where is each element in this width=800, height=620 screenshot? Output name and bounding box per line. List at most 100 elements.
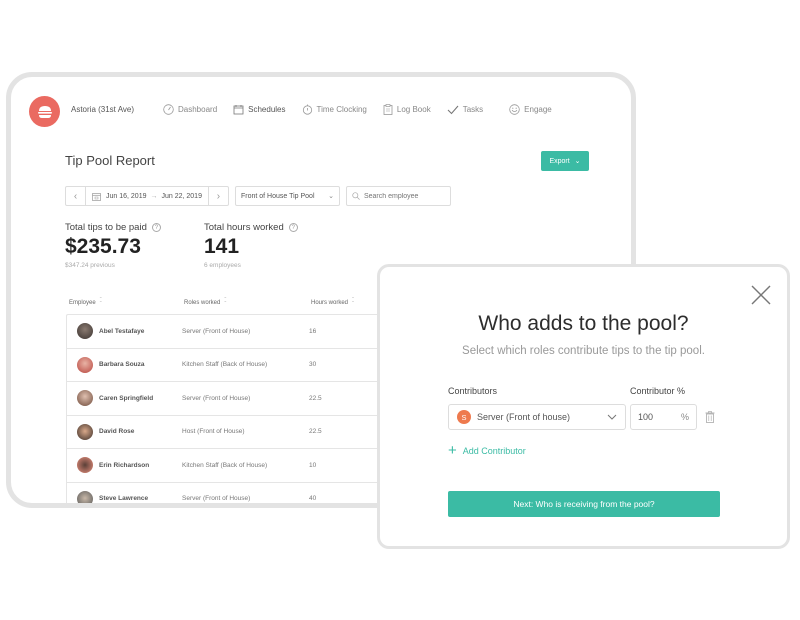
- employee-hours: 22.5: [309, 394, 322, 402]
- smiley-icon: [509, 104, 520, 115]
- employee-hours: 16: [309, 327, 317, 335]
- employee-hours: 40: [309, 495, 317, 503]
- tip-pool-select[interactable]: Front of House Tip Pool ⌄: [234, 186, 340, 206]
- employee-name: David Rose: [99, 428, 135, 436]
- employee-name: Barbara Souza: [99, 361, 145, 369]
- clipboard-icon: [383, 104, 393, 115]
- modal-title: Who adds to the pool?: [478, 312, 689, 335]
- total-hours-label: Total hours worked ?: [204, 222, 298, 233]
- arrow-right-icon: →: [150, 192, 158, 200]
- main-nav: Dashboard Schedules Time Clocking Log Bo…: [163, 104, 568, 115]
- contributor-percent-input[interactable]: [638, 412, 678, 422]
- chevron-down-icon: ⌄: [328, 193, 334, 200]
- avatar: [77, 490, 93, 503]
- total-tips-value: $235.73: [65, 235, 141, 258]
- column-employee[interactable]: Employee ˆˇ: [69, 298, 184, 308]
- report-filters: ‹ Jun 16, 2019 → Jun 22, 2019 › Front of…: [65, 186, 451, 206]
- date-end: Jun 22, 2019: [161, 192, 202, 200]
- avatar: [77, 457, 93, 474]
- next-week-button[interactable]: ›: [207, 187, 228, 205]
- contributor-percent-field: %: [630, 404, 697, 430]
- avatar: [77, 356, 93, 373]
- tip-pool-select-value: Front of House Tip Pool: [240, 192, 315, 200]
- date-range-picker: ‹ Jun 16, 2019 → Jun 22, 2019 ›: [65, 186, 229, 206]
- nav-engage[interactable]: Engage: [509, 104, 552, 115]
- employee-name: Erin Richardson: [99, 461, 150, 469]
- employee-name: Abel Testafaye: [99, 327, 145, 335]
- total-tips-label-text: Total tips to be paid: [65, 222, 147, 233]
- role-badge: S: [457, 410, 471, 424]
- brand-logo[interactable]: [29, 96, 60, 127]
- employee-name: Steve Lawrence: [99, 495, 149, 503]
- trash-icon: [705, 411, 715, 423]
- close-icon: [751, 285, 771, 305]
- next-button[interactable]: Next: Who is receiving from the pool?: [448, 491, 720, 517]
- employee-name: Caren Springfield: [99, 394, 154, 402]
- calendar-icon: [92, 192, 101, 201]
- burger-icon: [37, 105, 52, 118]
- add-contributor-label: Add Contributor: [462, 446, 526, 456]
- date-start: Jun 16, 2019: [106, 192, 147, 200]
- sort-icon: ˆˇ: [224, 298, 227, 308]
- contributors-modal: Who adds to the pool? Select which roles…: [377, 264, 790, 549]
- calendar-icon: [233, 105, 244, 115]
- total-tips-label: Total tips to be paid ?: [65, 222, 161, 233]
- search-employee: [345, 186, 451, 206]
- chevron-down-icon: ⌄: [574, 158, 581, 165]
- chevron-down-icon: [607, 412, 617, 422]
- date-range-display[interactable]: Jun 16, 2019 → Jun 22, 2019: [86, 187, 208, 205]
- employee-role: Server (Front of House): [182, 327, 251, 335]
- total-tips-previous: $347.24 previous: [65, 262, 115, 269]
- nav-schedules-label: Schedules: [248, 105, 286, 114]
- check-icon: [447, 105, 459, 114]
- contributors-label: Contributors: [448, 386, 498, 396]
- delete-contributor-button[interactable]: [705, 410, 715, 428]
- total-hours-value: 141: [204, 235, 240, 258]
- total-hours-stat: Total hours worked ? 141 6 employees: [204, 222, 298, 269]
- employee-count: 6 employees: [204, 262, 241, 269]
- sort-icon: ˆˇ: [99, 298, 102, 308]
- employee-hours: 30: [309, 361, 317, 369]
- table-header: Employee ˆˇ Roles worked ˆˇ Hours worked…: [69, 298, 354, 308]
- nav-dashboard[interactable]: Dashboard: [163, 104, 217, 115]
- total-hours-label-text: Total hours worked: [204, 222, 284, 233]
- previous-week-button[interactable]: ‹: [66, 187, 86, 205]
- column-roles[interactable]: Roles worked ˆˇ: [184, 298, 311, 308]
- modal-subtitle: Select which roles contribute tips to th…: [462, 345, 705, 357]
- nav-log-book-label: Log Book: [396, 105, 431, 114]
- location-name[interactable]: Astoria (31st Ave): [71, 105, 134, 114]
- help-icon[interactable]: ?: [151, 223, 161, 232]
- contributor-role-value: Server (Front of house): [477, 412, 571, 422]
- plus-icon: +: [448, 442, 457, 459]
- nav-time-clocking-label: Time Clocking: [316, 105, 367, 114]
- employee-role: Host (Front of House): [182, 428, 245, 436]
- nav-time-clocking[interactable]: Time Clocking: [302, 104, 367, 115]
- nav-tasks-label: Tasks: [462, 105, 484, 114]
- employee-role: Server (Front of House): [182, 495, 251, 503]
- employee-role: Server (Front of House): [182, 394, 251, 402]
- stopwatch-icon: [302, 104, 312, 115]
- total-tips-stat: Total tips to be paid ? $235.73 $347.24 …: [65, 222, 161, 269]
- column-hours-label: Hours worked: [311, 300, 349, 306]
- employee-role: Kitchen Staff (Back of House): [182, 361, 268, 369]
- avatar: [77, 390, 93, 407]
- column-hours[interactable]: Hours worked ˆˇ: [311, 298, 354, 308]
- add-contributor-button[interactable]: + Add Contributor: [448, 442, 526, 459]
- contributor-percent-label: Contributor %: [630, 386, 686, 396]
- nav-tasks[interactable]: Tasks: [447, 105, 483, 115]
- nav-dashboard-label: Dashboard: [178, 105, 218, 114]
- search-icon: [352, 192, 360, 200]
- nav-engage-label: Engage: [524, 105, 552, 114]
- contributor-role-select[interactable]: S Server (Front of house): [448, 404, 626, 430]
- export-button-label: Export: [549, 157, 570, 165]
- column-employee-label: Employee: [69, 300, 96, 306]
- search-employee-input[interactable]: [363, 192, 444, 200]
- nav-schedules[interactable]: Schedules: [233, 104, 286, 115]
- help-icon[interactable]: ?: [288, 223, 298, 232]
- avatar: [77, 323, 93, 340]
- close-button[interactable]: [751, 285, 771, 305]
- employee-hours: 10: [309, 461, 317, 469]
- avatar: [77, 423, 93, 440]
- nav-log-book[interactable]: Log Book: [383, 104, 431, 115]
- export-button[interactable]: Export ⌄: [541, 151, 589, 171]
